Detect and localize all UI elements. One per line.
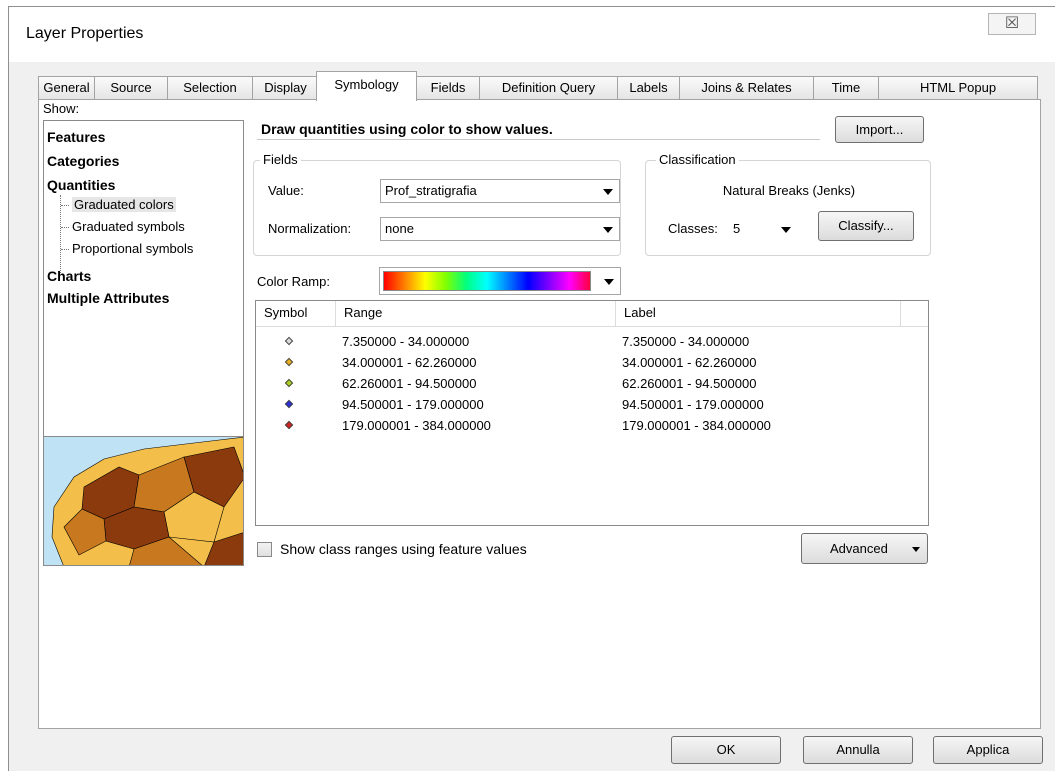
range-cell[interactable]: 94.500001 - 179.000000 <box>342 397 484 412</box>
tab-html-popup[interactable]: HTML Popup <box>878 76 1038 100</box>
classification-method: Natural Breaks (Jenks) <box>722 183 856 198</box>
tree-connector <box>60 195 61 273</box>
symbol-swatch[interactable] <box>284 378 294 388</box>
apply-button[interactable]: Applica <box>933 736 1043 764</box>
tab-source[interactable]: Source <box>94 76 168 100</box>
symbol-swatch[interactable] <box>284 399 294 409</box>
window-title: Layer Properties <box>26 25 144 42</box>
show-class-ranges-checkbox[interactable] <box>257 542 272 557</box>
ok-button[interactable]: OK <box>671 736 781 764</box>
label-cell[interactable]: 94.500001 - 179.000000 <box>622 397 764 412</box>
symbol-swatch[interactable] <box>284 336 294 346</box>
range-cell[interactable]: 62.260001 - 94.500000 <box>342 376 476 391</box>
range-cell[interactable]: 7.350000 - 34.000000 <box>342 334 469 349</box>
layer-properties-window: Layer Properties ☒ General Source Select… <box>8 6 1055 771</box>
tab-labels[interactable]: Labels <box>617 76 680 100</box>
color-ramp-swatch <box>383 271 591 291</box>
symbology-panel: Show: Features Categories Quantities Gra… <box>38 99 1041 729</box>
range-cell[interactable]: 179.000001 - 384.000000 <box>342 418 491 433</box>
import-button[interactable]: Import... <box>835 116 924 143</box>
column-header-label[interactable]: Label <box>616 301 901 327</box>
value-field-select[interactable]: Prof_stratigrafia <box>380 179 620 203</box>
show-class-ranges-label: Show class ranges using feature values <box>280 541 527 557</box>
chevron-down-icon <box>781 227 791 233</box>
classes-list[interactable]: Symbol Range Label 7.350000 - 34.000000 … <box>255 300 929 526</box>
label-cell[interactable]: 179.000001 - 384.000000 <box>622 418 771 433</box>
symbology-preview-map <box>43 436 244 566</box>
tree-item-features[interactable]: Features <box>47 129 105 145</box>
show-label: Show: <box>43 101 80 116</box>
close-button[interactable]: ☒ <box>988 13 1036 35</box>
classes-select[interactable]: 5 <box>728 217 798 241</box>
symbol-swatch[interactable] <box>284 420 294 430</box>
chevron-down-icon <box>604 279 614 285</box>
normalization-text: none <box>385 221 414 236</box>
tree-connector <box>61 205 69 206</box>
classes-label: Classes: <box>668 221 718 236</box>
advanced-button[interactable]: Advanced <box>801 533 928 564</box>
symbol-swatch[interactable] <box>284 357 294 367</box>
color-ramp-label: Color Ramp: <box>257 274 330 289</box>
label-cell[interactable]: 62.260001 - 94.500000 <box>622 376 756 391</box>
color-ramp-select[interactable] <box>379 267 621 295</box>
tab-definition-query[interactable]: Definition Query <box>479 76 618 100</box>
tab-fields[interactable]: Fields <box>416 76 480 100</box>
classify-button[interactable]: Classify... <box>818 211 914 241</box>
chevron-down-icon <box>603 189 613 195</box>
label-cell[interactable]: 34.000001 - 62.260000 <box>622 355 756 370</box>
tree-item-graduated-colors[interactable]: Graduated colors <box>72 197 176 212</box>
table-row[interactable]: 94.500001 - 179.000000 94.500001 - 179.0… <box>256 396 928 414</box>
table-row[interactable]: 62.260001 - 94.500000 62.260001 - 94.500… <box>256 375 928 393</box>
tree-item-quantities[interactable]: Quantities <box>47 177 115 193</box>
label-cell[interactable]: 7.350000 - 34.000000 <box>622 334 749 349</box>
chevron-down-icon <box>912 547 920 552</box>
tree-item-categories[interactable]: Categories <box>47 153 119 169</box>
value-label: Value: <box>268 183 304 198</box>
value-field-text: Prof_stratigrafia <box>385 183 477 198</box>
preview-map-image <box>44 437 243 565</box>
tab-display[interactable]: Display <box>252 76 319 100</box>
table-row[interactable]: 7.350000 - 34.000000 7.350000 - 34.00000… <box>256 333 928 351</box>
classification-group: Classification Natural Breaks (Jenks) Cl… <box>645 152 931 256</box>
tree-connector <box>61 249 69 250</box>
show-tree: Features Categories Quantities Graduated… <box>43 120 244 440</box>
title-bar: Layer Properties ☒ <box>9 7 1055 62</box>
normalization-label: Normalization: <box>268 221 352 236</box>
symbology-description: Draw quantities using color to show valu… <box>257 116 820 140</box>
tab-selection[interactable]: Selection <box>167 76 253 100</box>
tree-item-graduated-symbols[interactable]: Graduated symbols <box>72 219 185 234</box>
tree-item-charts[interactable]: Charts <box>47 268 91 284</box>
fields-group-title: Fields <box>260 152 301 167</box>
table-row[interactable]: 179.000001 - 384.000000 179.000001 - 384… <box>256 417 928 435</box>
tree-item-multiple-attributes[interactable]: Multiple Attributes <box>47 290 169 306</box>
normalization-select[interactable]: none <box>380 217 620 241</box>
table-row[interactable]: 34.000001 - 62.260000 34.000001 - 62.260… <box>256 354 928 372</box>
cancel-button[interactable]: Annulla <box>803 736 913 764</box>
column-header-symbol[interactable]: Symbol <box>256 301 336 327</box>
range-cell[interactable]: 34.000001 - 62.260000 <box>342 355 476 370</box>
tab-general[interactable]: General <box>38 76 95 100</box>
fields-group: Fields Value: Prof_stratigrafia Normaliz… <box>253 152 621 256</box>
list-header: Symbol Range Label <box>256 301 928 327</box>
column-header-range[interactable]: Range <box>336 301 616 327</box>
classes-count: 5 <box>733 221 741 236</box>
close-icon: ☒ <box>1004 15 1020 32</box>
tab-joins-relates[interactable]: Joins & Relates <box>679 76 814 100</box>
tab-time[interactable]: Time <box>813 76 879 100</box>
tree-item-proportional-symbols[interactable]: Proportional symbols <box>72 241 193 256</box>
advanced-button-label: Advanced <box>830 541 888 556</box>
tab-symbology[interactable]: Symbology <box>316 71 417 101</box>
classification-group-title: Classification <box>656 152 739 167</box>
tree-connector <box>61 227 69 228</box>
chevron-down-icon <box>603 227 613 233</box>
